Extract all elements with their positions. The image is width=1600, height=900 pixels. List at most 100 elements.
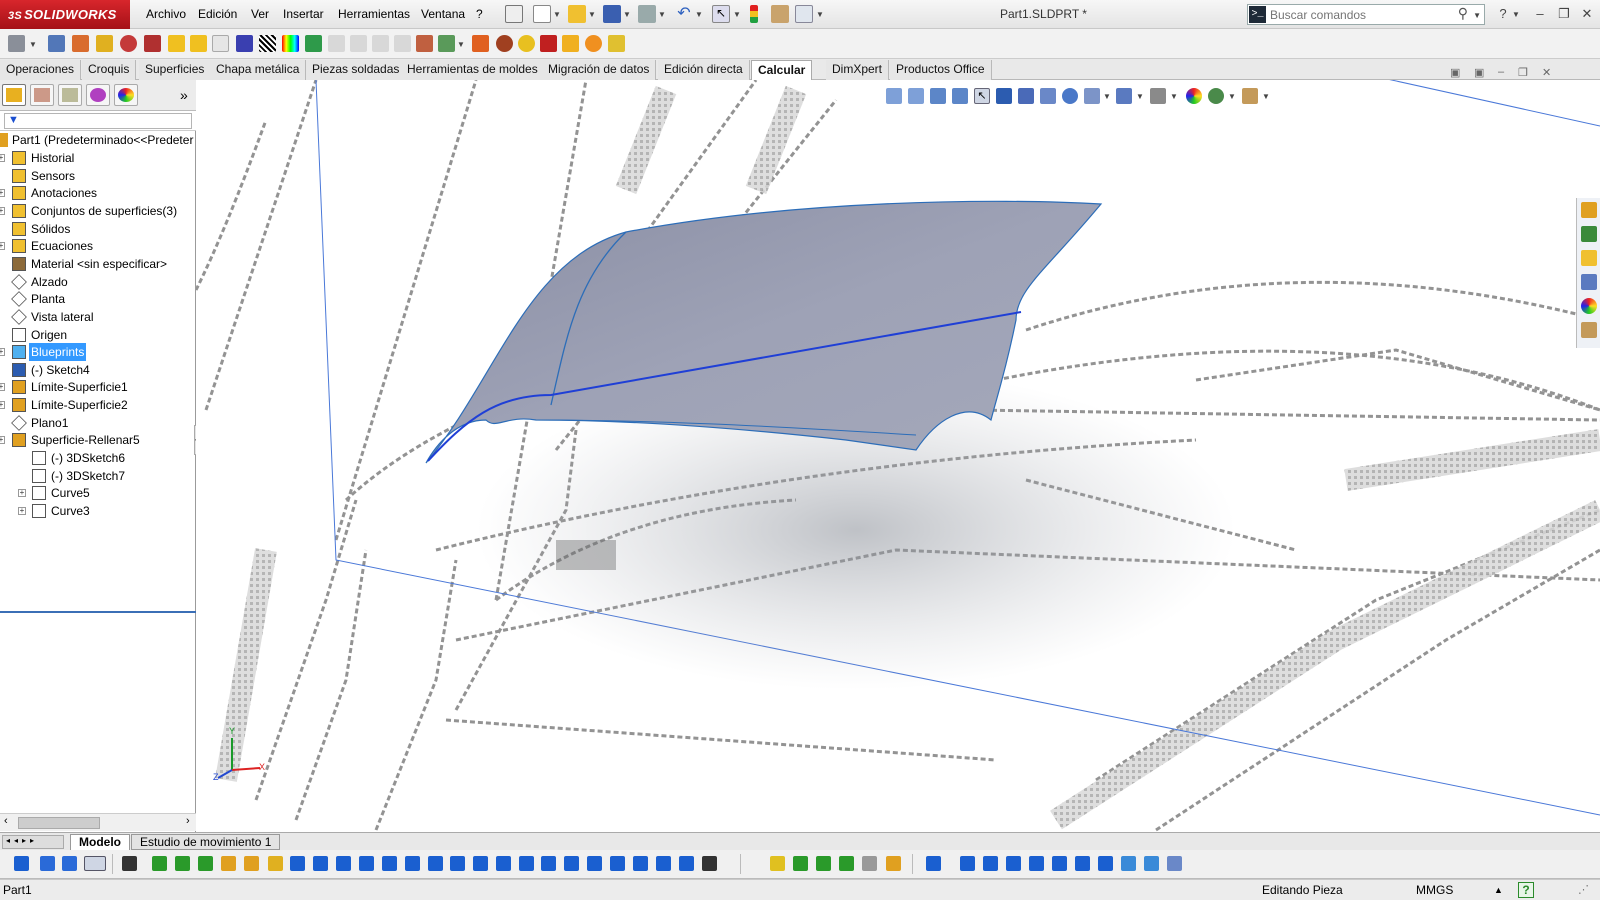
compare-icon[interactable] <box>416 35 433 52</box>
expand-icon[interactable]: + <box>0 206 5 215</box>
open-folder-icon[interactable] <box>568 5 586 23</box>
menu-help[interactable]: ? <box>472 0 487 29</box>
custom-properties-icon[interactable] <box>1581 322 1597 338</box>
front-view-icon[interactable] <box>983 856 998 871</box>
expand-icon[interactable]: + <box>18 507 26 515</box>
point-icon[interactable] <box>519 856 534 871</box>
chevron-down-icon[interactable]: ▼ <box>1103 92 1111 101</box>
chevron-down-icon[interactable]: ▼ <box>1170 92 1178 101</box>
resize-grip-icon[interactable]: ⋰ <box>1578 880 1589 900</box>
zoom-to-fit-icon[interactable] <box>886 88 902 104</box>
status-units[interactable]: MMGS <box>1416 880 1453 900</box>
mirror-icon[interactable] <box>336 856 351 871</box>
chevron-down-icon[interactable]: ▼ <box>29 40 37 49</box>
sensor-icon[interactable] <box>144 35 161 52</box>
isometric-icon[interactable] <box>1121 856 1136 871</box>
coordinate-icon[interactable] <box>862 856 877 871</box>
normal-to-icon[interactable] <box>960 856 975 871</box>
tab-dimxpert[interactable]: DimXpert <box>826 60 890 80</box>
plane-sketch-icon[interactable] <box>587 856 602 871</box>
back-view-icon[interactable] <box>1006 856 1021 871</box>
hole-alignment-icon[interactable] <box>212 35 229 52</box>
close-button[interactable]: ✕ <box>1578 5 1596 23</box>
curvature-icon[interactable] <box>236 35 253 52</box>
draft-analysis-icon[interactable] <box>305 35 322 52</box>
design-library-icon[interactable] <box>1581 226 1597 242</box>
interference-icon[interactable] <box>168 35 185 52</box>
dynamic-annotation-icon[interactable] <box>996 88 1012 104</box>
propertymanager-tab-icon[interactable] <box>30 84 54 106</box>
tab-productos-office[interactable]: Productos Office <box>890 60 992 80</box>
expand-icon[interactable]: + <box>0 401 5 410</box>
text-icon[interactable] <box>564 856 579 871</box>
chevron-down-icon[interactable]: ▼ <box>1262 92 1270 101</box>
pin-icon[interactable] <box>505 5 523 23</box>
simulation-icon[interactable] <box>472 35 489 52</box>
help-icon[interactable]: ? <box>1494 5 1512 23</box>
deviation-analysis-icon[interactable] <box>282 35 299 52</box>
convert-entities-icon[interactable] <box>244 856 259 871</box>
split-icon[interactable] <box>473 856 488 871</box>
thickness-icon[interactable] <box>372 35 389 52</box>
search-input[interactable] <box>1270 6 1460 23</box>
scroll-thumb[interactable] <box>18 817 100 829</box>
dimension-icon[interactable] <box>679 856 694 871</box>
chevron-down-icon[interactable]: ▼ <box>695 10 703 19</box>
scale-icon[interactable] <box>405 856 420 871</box>
expand-icon[interactable]: + <box>0 348 5 357</box>
zoom-to-area-icon[interactable] <box>908 88 924 104</box>
save-icon[interactable] <box>603 5 621 23</box>
chevron-down-icon[interactable]: ▼ <box>733 10 741 19</box>
intersection-icon[interactable] <box>610 856 625 871</box>
view-palette-icon[interactable] <box>1581 274 1597 290</box>
tab-edicion-directa[interactable]: Edición directa <box>658 60 750 80</box>
display-relations-icon[interactable] <box>793 856 808 871</box>
spline-icon[interactable] <box>175 856 190 871</box>
minimize-button[interactable]: – <box>1531 5 1549 23</box>
search-icon[interactable]: ⚲ <box>1458 5 1468 22</box>
undercut-icon[interactable] <box>328 35 345 52</box>
filter-input[interactable]: ▼ <box>4 113 192 129</box>
photoview-icon[interactable] <box>585 35 602 52</box>
file-explorer-icon[interactable] <box>1581 250 1597 266</box>
tab-piezas-soldadas[interactable]: Piezas soldadas <box>306 60 407 80</box>
measure-icon[interactable] <box>48 35 65 52</box>
status-help-button[interactable]: ? <box>1518 882 1534 898</box>
tab-operaciones[interactable]: Operaciones <box>0 60 82 80</box>
scroll-left-icon[interactable]: ‹ <box>4 815 8 827</box>
menu-ventana[interactable]: Ventana <box>417 0 469 29</box>
undo-icon[interactable]: ↶ <box>675 5 693 23</box>
select-other-icon[interactable] <box>122 856 137 871</box>
menu-edicion[interactable]: Edición <box>194 0 241 29</box>
design-check-icon[interactable] <box>518 35 535 52</box>
menu-insertar[interactable]: Insertar <box>279 0 328 29</box>
viewport-restore-button[interactable]: ❐ <box>1518 66 1528 79</box>
view-orientation-icon[interactable] <box>1018 88 1034 104</box>
tab-croquis[interactable]: Croquis <box>82 60 137 80</box>
file-properties-icon[interactable] <box>771 5 789 23</box>
fit-spline-icon[interactable] <box>656 856 671 871</box>
section-view-icon[interactable] <box>952 88 968 104</box>
menu-archivo[interactable]: Archivo <box>142 0 190 29</box>
featuremanager-tab-icon[interactable] <box>2 84 26 106</box>
move-icon[interactable] <box>359 856 374 871</box>
check-icon[interactable] <box>120 35 137 52</box>
scene-icon[interactable] <box>1208 88 1224 104</box>
select-cursor-icon[interactable]: ↖ <box>974 88 990 104</box>
graphics-area[interactable]: Y X Z ↖ ▼ ▼ ▼ ▼ ▼ <box>196 80 1600 832</box>
scroll-right-icon[interactable]: › <box>186 815 190 827</box>
select-cursor-icon[interactable] <box>84 856 106 871</box>
rectangle-icon[interactable] <box>198 856 213 871</box>
new-document-icon[interactable] <box>533 5 551 23</box>
right-view-icon[interactable] <box>1052 856 1067 871</box>
tab-herramientas-moldes[interactable]: Herramientas de moldes <box>401 60 545 80</box>
hide-show-icon[interactable] <box>1062 88 1078 104</box>
expand-icon[interactable]: + <box>0 154 5 162</box>
chevron-down-icon[interactable]: ▼ <box>1473 11 1481 20</box>
chevron-down-icon[interactable]: ▼ <box>1512 10 1520 19</box>
tab-estudio-movimiento[interactable]: Estudio de movimiento 1 <box>131 834 281 850</box>
chevron-down-icon[interactable]: ▼ <box>457 40 465 49</box>
costing-icon[interactable] <box>496 35 513 52</box>
plastics-icon[interactable] <box>608 35 625 52</box>
menu-ver[interactable]: Ver <box>247 0 273 29</box>
